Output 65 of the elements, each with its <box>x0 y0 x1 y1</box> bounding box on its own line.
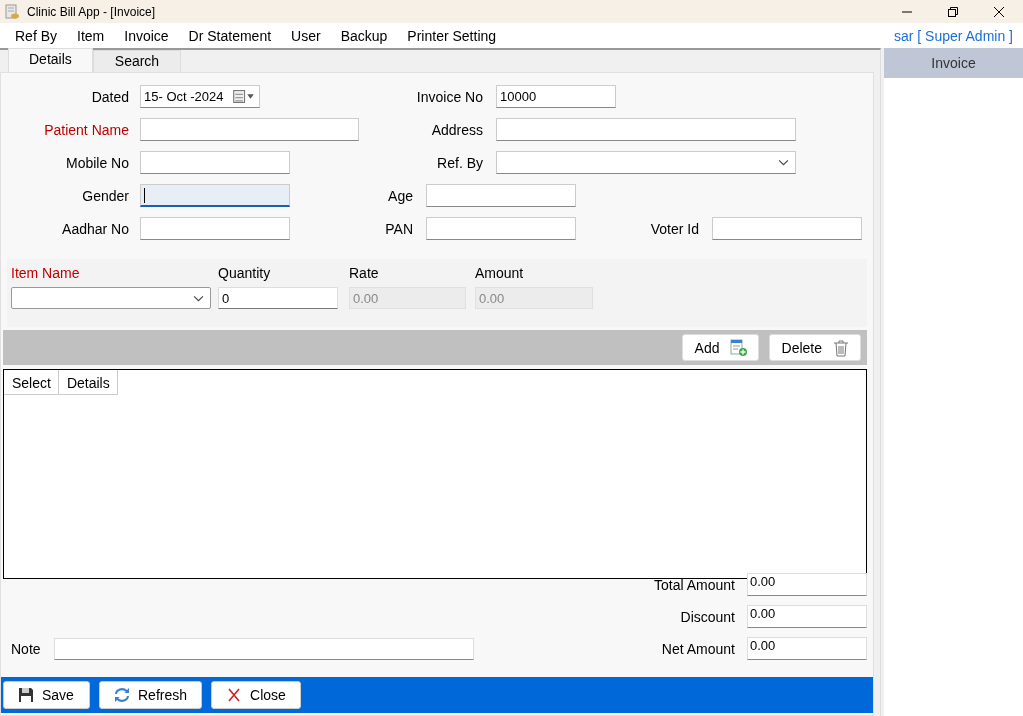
field-label: Invoice No <box>415 88 483 105</box>
action-button[interactable]: Refresh <box>99 681 203 709</box>
action-button[interactable]: Save <box>3 681 90 709</box>
menu-item[interactable]: Ref By <box>15 27 57 44</box>
dropdown[interactable] <box>11 287 211 309</box>
calendar-icon[interactable] <box>232 90 256 103</box>
field-label: Gender <box>81 187 129 204</box>
action-button[interactable]: Close <box>211 681 301 709</box>
tab[interactable]: Details <box>8 48 93 72</box>
input-field[interactable]: 0.00 <box>747 573 867 596</box>
menu-item[interactable]: Printer Setting <box>407 27 497 44</box>
column-header[interactable]: Select <box>4 370 59 395</box>
input-field[interactable] <box>426 217 576 240</box>
refresh-icon <box>114 687 130 703</box>
field-label: Address <box>430 121 483 138</box>
field-label: Ref. By <box>436 154 483 171</box>
total-label: Net Amount <box>660 640 735 657</box>
close-icon <box>226 687 243 703</box>
dropdown[interactable] <box>496 151 796 174</box>
field-label: Amount <box>475 265 525 281</box>
side-panel-header[interactable]: Invoice <box>884 48 1023 78</box>
total-label: Discount <box>679 608 735 625</box>
input-field[interactable] <box>496 118 796 141</box>
input-field[interactable]: 10000 <box>496 85 616 108</box>
add-row-icon <box>729 338 748 357</box>
field-label: Note <box>11 641 42 657</box>
input-field[interactable] <box>426 184 576 207</box>
field-label: Mobile No <box>64 154 129 171</box>
field-label: Item Name <box>11 265 81 281</box>
column-header[interactable]: Details <box>58 370 118 395</box>
field-label: Dated <box>90 88 129 105</box>
input-field[interactable]: 0 <box>218 287 338 309</box>
menu-item[interactable]: Item <box>77 27 105 44</box>
restore-icon[interactable] <box>947 5 959 18</box>
input-field[interactable] <box>712 217 862 240</box>
close-icon[interactable] <box>993 5 1005 18</box>
field-label: Aadhar No <box>61 220 129 237</box>
field-label: Quantity <box>218 265 272 281</box>
note-field[interactable] <box>54 638 474 660</box>
chevron-down-icon <box>778 159 789 166</box>
field-label: PAN <box>384 220 413 237</box>
window-title: Clinic Bill App - [Invoice] <box>27 4 157 19</box>
total-label: Total Amount <box>653 576 735 593</box>
tab[interactable]: Search <box>92 50 182 72</box>
menu-item[interactable]: User <box>291 27 321 44</box>
menu-item[interactable]: Invoice <box>124 27 169 44</box>
trash-icon <box>832 338 850 357</box>
app-icon <box>4 3 20 20</box>
menu-item[interactable]: Dr Statement <box>188 27 272 44</box>
field-label: Voter Id <box>649 220 699 237</box>
field-label: Rate <box>349 265 380 281</box>
toolbar-button[interactable]: Add <box>681 334 759 361</box>
date-picker[interactable]: 15- Oct -2024 <box>140 85 260 108</box>
input-field[interactable] <box>140 151 290 174</box>
menu-item[interactable]: Backup <box>340 27 388 44</box>
input-field[interactable]: 0.00 <box>747 605 867 628</box>
chevron-down-icon <box>193 294 204 302</box>
user-label: sar [ Super Admin ] <box>893 27 1013 44</box>
toolbar-button[interactable]: Delete <box>768 334 861 361</box>
input-field[interactable] <box>140 184 290 207</box>
input-field[interactable] <box>140 217 290 240</box>
input-field[interactable]: 0.00 <box>747 637 867 660</box>
input-field[interactable] <box>140 118 359 141</box>
field-label: Age <box>387 187 413 204</box>
field-label: Patient Name <box>43 121 129 138</box>
